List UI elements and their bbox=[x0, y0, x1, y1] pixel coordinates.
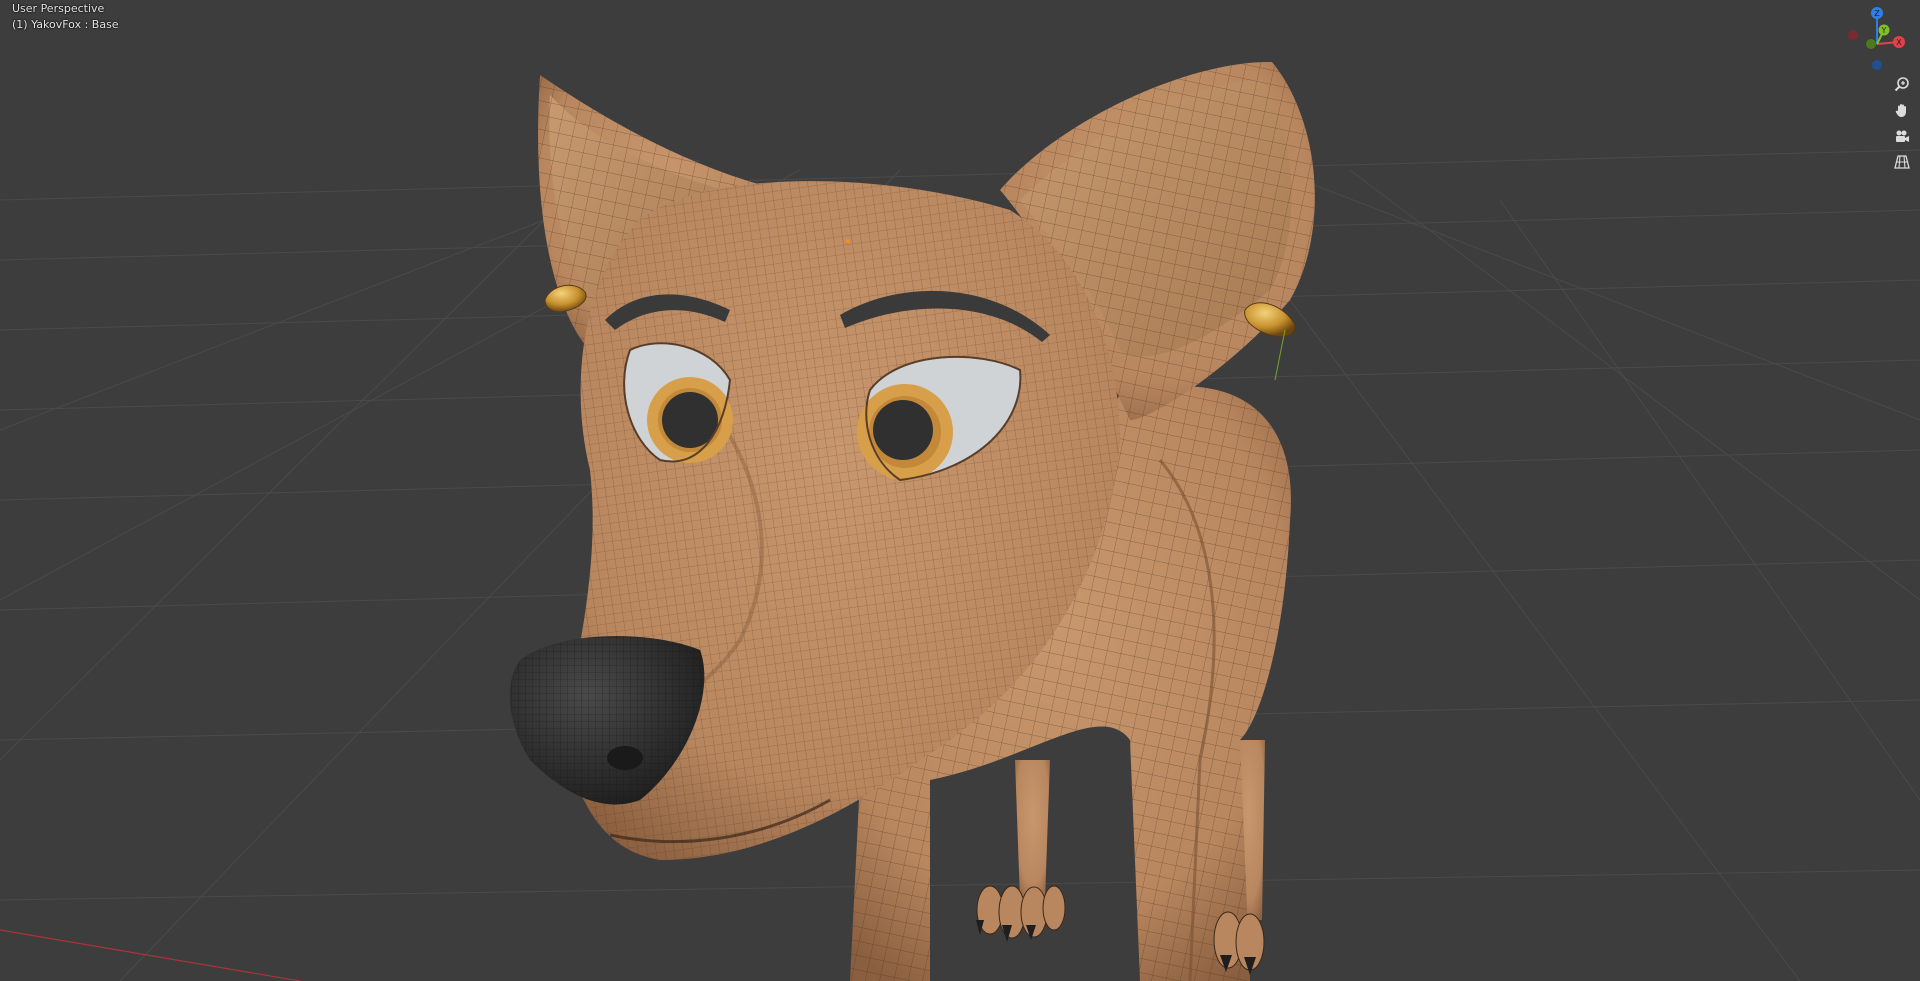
pan-button[interactable] bbox=[1890, 98, 1914, 122]
gizmo-axis-neg-z[interactable] bbox=[1872, 60, 1882, 70]
gizmo-axis-neg-x[interactable] bbox=[1848, 30, 1858, 40]
zoom-button[interactable] bbox=[1890, 72, 1914, 96]
zoom-icon bbox=[1894, 77, 1909, 92]
fox-paw-back bbox=[976, 885, 1066, 942]
3d-viewport[interactable]: User Perspective (1) YakovFox : Base Z X… bbox=[0, 0, 1920, 981]
origin-point bbox=[846, 239, 850, 243]
hand-pan-icon bbox=[1895, 104, 1906, 117]
navigation-gizmo[interactable]: Z X Y bbox=[1842, 2, 1912, 72]
x-axis-line bbox=[0, 929, 301, 981]
viewport-perspective-label: User Perspective bbox=[12, 2, 105, 15]
gizmo-z-label: Z bbox=[1874, 9, 1880, 18]
camera-view-button[interactable] bbox=[1890, 124, 1914, 148]
camera-icon bbox=[1896, 130, 1909, 142]
gizmo-axis-neg-y[interactable] bbox=[1866, 39, 1876, 49]
grid-toggle-icon bbox=[1894, 155, 1910, 169]
perspective-toggle-button[interactable] bbox=[1890, 150, 1914, 174]
viewport-scene[interactable] bbox=[0, 0, 1920, 981]
gizmo-x-label: X bbox=[1896, 38, 1902, 47]
viewport-object-label: (1) YakovFox : Base bbox=[12, 18, 119, 31]
fox-model[interactable] bbox=[509, 61, 1315, 981]
gizmo-y-label: Y bbox=[1881, 26, 1887, 35]
fox-back-leg-left bbox=[1015, 760, 1050, 900]
